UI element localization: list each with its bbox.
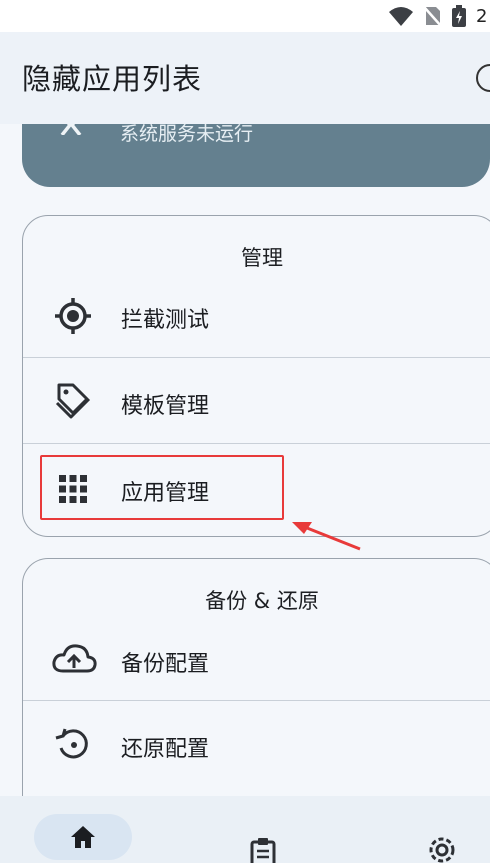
battery-charging-icon <box>452 5 466 27</box>
app-bar: 隐藏应用列表 <box>0 32 490 124</box>
list-item-label: 拦截测试 <box>121 308 210 333</box>
cloud-upload-icon <box>52 644 97 673</box>
status-icons: 2 <box>388 4 490 28</box>
list-item-backup-config[interactable]: 备份配置 <box>23 616 490 702</box>
list-item-label: 模板管理 <box>121 394 210 419</box>
logs-icon[interactable] <box>249 836 277 863</box>
list-item-label: 还原配置 <box>121 737 210 762</box>
crosshair-icon <box>55 298 91 334</box>
info-icon[interactable] <box>476 64 490 92</box>
list-item-restore-config[interactable]: 还原配置 <box>23 702 490 788</box>
divider <box>23 357 490 358</box>
wifi-icon <box>389 7 413 26</box>
status-bar: 2 <box>0 0 490 32</box>
list-item-intercept-test[interactable]: 拦截测试 <box>23 273 490 359</box>
tag-icon <box>55 383 91 419</box>
backup-restore-card: 备份 & 还原 备份配置 还原配置 <box>22 558 490 798</box>
divider <box>23 443 490 444</box>
restore-icon <box>55 728 88 759</box>
divider <box>23 700 490 701</box>
backup-restore-title: 备份 & 还原 <box>205 589 319 613</box>
management-title: 管理 <box>241 246 283 270</box>
home-icon <box>71 826 95 848</box>
annotation-arrow-icon <box>292 522 361 551</box>
annotation-highlight-box <box>40 455 284 520</box>
page-title: 隐藏应用列表 <box>22 62 203 96</box>
nav-item-home[interactable] <box>34 814 132 860</box>
status-time: 2 <box>476 5 488 27</box>
bottom-navigation <box>0 796 490 863</box>
no-sim-icon <box>424 7 442 27</box>
list-item-label: 备份配置 <box>121 652 210 677</box>
list-item-template-management[interactable]: 模板管理 <box>23 359 490 445</box>
settings-icon[interactable] <box>426 834 458 863</box>
